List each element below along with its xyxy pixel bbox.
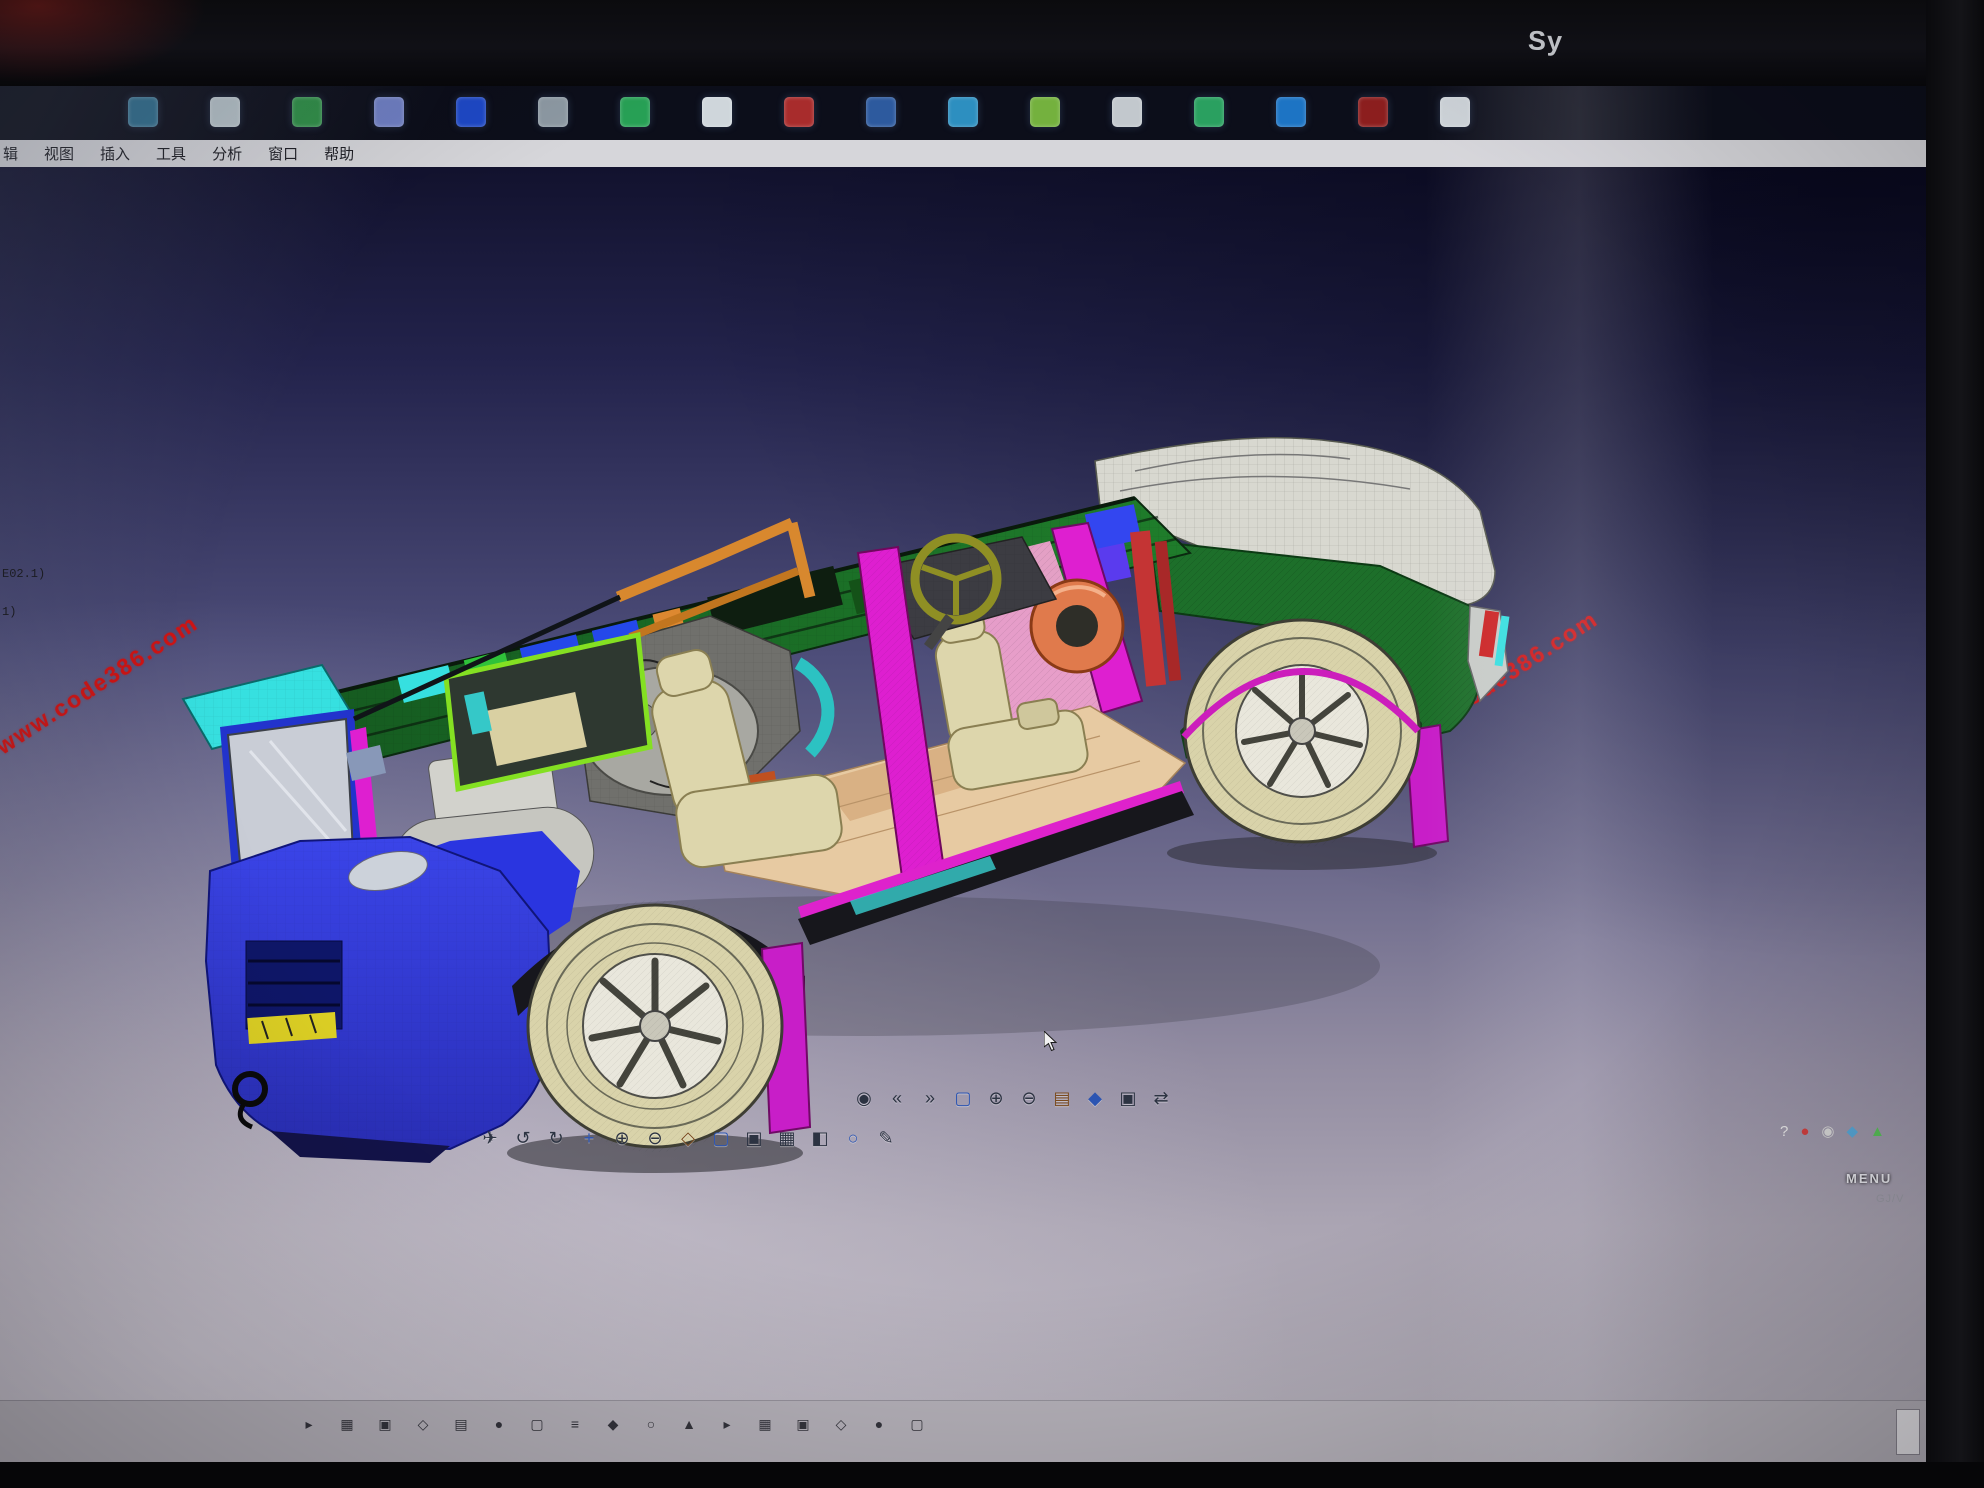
help-tray-icon[interactable]: ? [1780, 1123, 1788, 1141]
pinned-app-icon-13[interactable] [1112, 97, 1142, 127]
status-dot-icon[interactable]: ● [1800, 1123, 1809, 1141]
spec-tree-label-2: 1) [2, 605, 16, 619]
fly-mode-icon[interactable]: ✈ [478, 1126, 502, 1150]
pinned-app-icon-12[interactable] [1030, 97, 1060, 127]
rotate-left-icon[interactable]: ↺ [511, 1126, 535, 1150]
photo-of-monitor: Sy 辑视图插入工具分析窗口帮助 E02.1) 1) www.code386.c… [0, 0, 1984, 1488]
monitor-right-bezel [1926, 0, 1984, 1488]
swap-view-icon[interactable]: ⇄ [1149, 1086, 1173, 1110]
bottom-icons-row: ▸ ▦ ▣ ◇ ▤ ● ▢ ≡ ◆ ○ ▲ ▸ ▦ ▣ ◇ ● ▢ [300, 1415, 926, 1433]
zoom-window-icon[interactable]: ▢ [951, 1086, 975, 1110]
pinned-app-icon-5[interactable] [456, 97, 486, 127]
taskbar-app-icon-8[interactable]: ≡ [566, 1415, 584, 1433]
scroll-corner[interactable] [1896, 1409, 1920, 1455]
car-model-3d[interactable] [150, 401, 1550, 1181]
volume-icon[interactable]: ◉ [1821, 1123, 1834, 1141]
taskbar-app-icon-11[interactable]: ▲ [680, 1415, 698, 1433]
pan-icon[interactable]: + [577, 1126, 601, 1150]
car-model-svg [150, 401, 1550, 1181]
pinned-app-icon-14[interactable] [1194, 97, 1224, 127]
navigation-toolbar: ✈ ↺ ↻ + ⊕ ⊖ ◇ ▢ ▣ ▦ ◧ ○ ✎ [478, 1126, 898, 1150]
network-icon[interactable]: ◆ [1847, 1123, 1859, 1141]
view-toolbar: ◉ « » ▢ ⊕ ⊖ ▤ ◆ ▣ ⇄ [852, 1086, 1173, 1110]
top-taskbar [0, 86, 1926, 140]
taskbar-app-icon-16[interactable]: ● [870, 1415, 888, 1433]
pinned-app-icon-4[interactable] [374, 97, 404, 127]
menu-analyze[interactable]: 分析 [199, 143, 255, 164]
taskbar-app-icon-1[interactable]: ▸ [300, 1415, 318, 1433]
pinned-app-icon-1[interactable] [128, 97, 158, 127]
zoom-out-icon[interactable]: ⊖ [643, 1126, 667, 1150]
pinned-app-icon-16[interactable] [1358, 97, 1388, 127]
spec-tree-label-1: E02.1) [2, 567, 45, 581]
pinned-app-icon-6[interactable] [538, 97, 568, 127]
monitor-bottom-bezel [0, 1462, 1984, 1488]
next-view-icon[interactable]: » [918, 1086, 942, 1110]
monitor-osd-menu-label: MENU [1846, 1171, 1892, 1186]
taskbar-app-icon-2[interactable]: ▦ [338, 1415, 356, 1433]
taskbar-app-icon-10[interactable]: ○ [642, 1415, 660, 1433]
mouse-cursor [1044, 1031, 1058, 1052]
layers-icon[interactable]: ▤ [1050, 1086, 1074, 1110]
zoom-out-icon[interactable]: ⊖ [1017, 1086, 1041, 1110]
pinned-app-icon-15[interactable] [1276, 97, 1306, 127]
menu-insert[interactable]: 插入 [87, 143, 143, 164]
taskbar-app-icon-13[interactable]: ▦ [756, 1415, 774, 1433]
split-view-icon[interactable]: ◧ [808, 1126, 832, 1150]
menu-window[interactable]: 窗口 [255, 143, 311, 164]
menu-tools[interactable]: 工具 [143, 143, 199, 164]
menu-help[interactable]: 帮助 [311, 143, 367, 164]
taskbar-app-icon-12[interactable]: ▸ [718, 1415, 736, 1433]
menu-edit[interactable]: 辑 [0, 143, 31, 164]
previous-view-icon[interactable]: « [885, 1086, 909, 1110]
pinned-app-icon-10[interactable] [866, 97, 896, 127]
bottom-command-bar: ▸ ▦ ▣ ◇ ▤ ● ▢ ≡ ◆ ○ ▲ ▸ ▦ ▣ ◇ ● ▢ [0, 1400, 1926, 1464]
taskbar-app-icon-9[interactable]: ◆ [604, 1415, 622, 1433]
pinned-app-icon-7[interactable] [620, 97, 650, 127]
camera-icon[interactable]: ◉ [852, 1086, 876, 1110]
zoom-in-icon[interactable]: ⊕ [610, 1126, 634, 1150]
monitor-screen: 辑视图插入工具分析窗口帮助 E02.1) 1) www.code386.com … [0, 86, 1926, 1464]
menu-view[interactable]: 视图 [31, 143, 87, 164]
3d-viewport[interactable]: E02.1) 1) www.code386.com www.code386.co… [0, 167, 1926, 1400]
shaded-view-icon[interactable]: ▣ [1116, 1086, 1140, 1110]
taskbar-app-icon-4[interactable]: ◇ [414, 1415, 432, 1433]
monitor-osd-sub-label: GJ/V [1876, 1193, 1904, 1205]
battery-icon[interactable]: ▲ [1870, 1123, 1885, 1141]
pinned-app-icon-11[interactable] [948, 97, 978, 127]
monitor-top-bezel [0, 0, 1984, 86]
taskbar-app-icon-15[interactable]: ◇ [832, 1415, 850, 1433]
pinned-apps-row [128, 86, 1470, 127]
pinned-app-icon-8[interactable] [702, 97, 732, 127]
wireframe-icon[interactable]: ▦ [775, 1126, 799, 1150]
taskbar-app-icon-14[interactable]: ▣ [794, 1415, 812, 1433]
pinned-app-icon-17[interactable] [1440, 97, 1470, 127]
render-style-icon[interactable]: ▣ [742, 1126, 766, 1150]
orbit-icon[interactable]: ○ [841, 1126, 865, 1150]
menu-bar: 辑视图插入工具分析窗口帮助 [0, 140, 1926, 168]
zoom-in-icon[interactable]: ⊕ [984, 1086, 1008, 1110]
iso-view-icon[interactable]: ◇ [676, 1126, 700, 1150]
taskbar-app-icon-3[interactable]: ▣ [376, 1415, 394, 1433]
compass-icon[interactable]: ◆ [1083, 1086, 1107, 1110]
front-view-icon[interactable]: ▢ [709, 1126, 733, 1150]
rotate-right-icon[interactable]: ↻ [544, 1126, 568, 1150]
pinned-app-icon-3[interactable] [292, 97, 322, 127]
pinned-app-icon-9[interactable] [784, 97, 814, 127]
taskbar-app-icon-5[interactable]: ▤ [452, 1415, 470, 1433]
taskbar-app-icon-6[interactable]: ● [490, 1415, 508, 1433]
monitor-brand-text: Sy [1528, 26, 1564, 58]
pinned-app-icon-2[interactable] [210, 97, 240, 127]
system-tray: ? ● ◉ ◆ ▲ [1780, 1123, 1885, 1141]
sketch-icon[interactable]: ✎ [874, 1126, 898, 1150]
taskbar-app-icon-17[interactable]: ▢ [908, 1415, 926, 1433]
taskbar-app-icon-7[interactable]: ▢ [528, 1415, 546, 1433]
